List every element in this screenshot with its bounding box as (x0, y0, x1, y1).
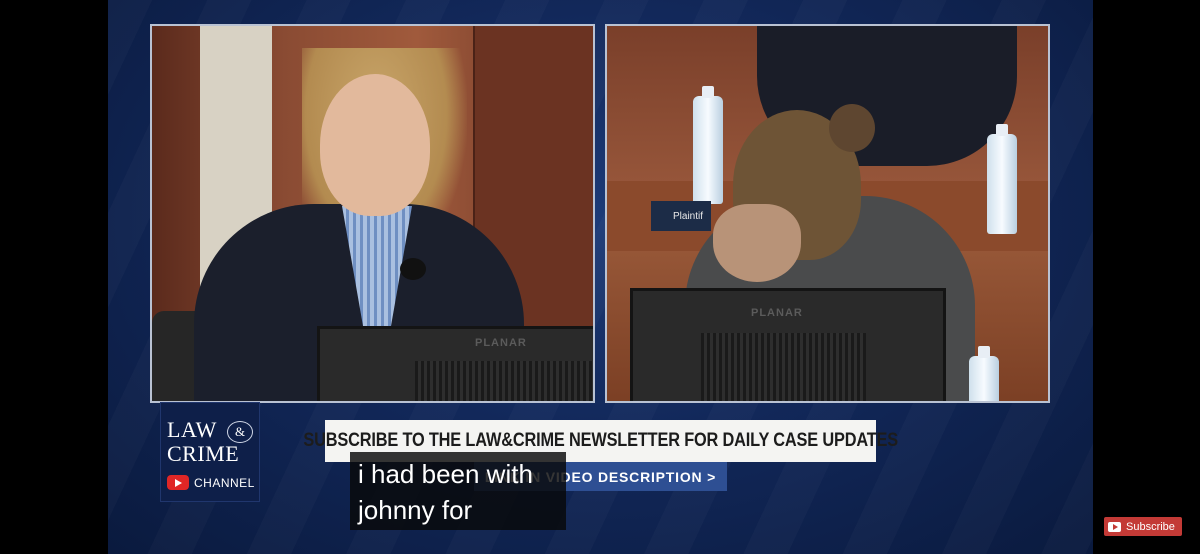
water-bottle (969, 346, 999, 401)
video-player[interactable]: PLANAR Plaintif PLANAR LAW & CRIME CHANN… (108, 0, 1093, 554)
caption-line: i had been with (358, 459, 533, 489)
subscribe-label: Subscribe (1126, 520, 1175, 533)
closed-caption: i had been with johnny for (350, 452, 566, 530)
subscribe-button[interactable]: Subscribe (1104, 517, 1182, 536)
caption-line: johnny for (358, 495, 473, 525)
newsletter-banner-text: SUBSCRIBE TO THE LAW&CRIME NEWSLETTER FO… (303, 430, 898, 451)
microphone (400, 258, 426, 280)
logo-text-channel: CHANNEL (194, 476, 255, 490)
defendant-face (713, 204, 801, 282)
binder-label: Plaintif (673, 211, 704, 222)
monitor-brand: PLANAR (475, 337, 527, 349)
video-feed-left: PLANAR (150, 24, 595, 403)
logo-ampersand-seal: & (227, 421, 253, 443)
monitor-vent (415, 361, 593, 401)
logo-text-law: LAW (167, 417, 217, 442)
defendant-hair-bun (829, 104, 875, 152)
monitor-vent (701, 333, 866, 401)
monitor-left: PLANAR (317, 326, 593, 401)
monitor-brand: PLANAR (751, 307, 803, 319)
youtube-play-icon (1108, 521, 1121, 532)
video-feed-right: Plaintif PLANAR (605, 24, 1050, 403)
law-crime-logo: LAW & CRIME CHANNEL (160, 402, 260, 502)
binder: Plaintif (651, 201, 711, 231)
water-bottle (987, 124, 1017, 234)
youtube-play-icon (167, 475, 189, 490)
monitor-right: PLANAR (630, 288, 946, 401)
water-bottle (693, 86, 723, 204)
witness-head (320, 74, 430, 216)
logo-text-crime: CRIME (167, 441, 240, 466)
